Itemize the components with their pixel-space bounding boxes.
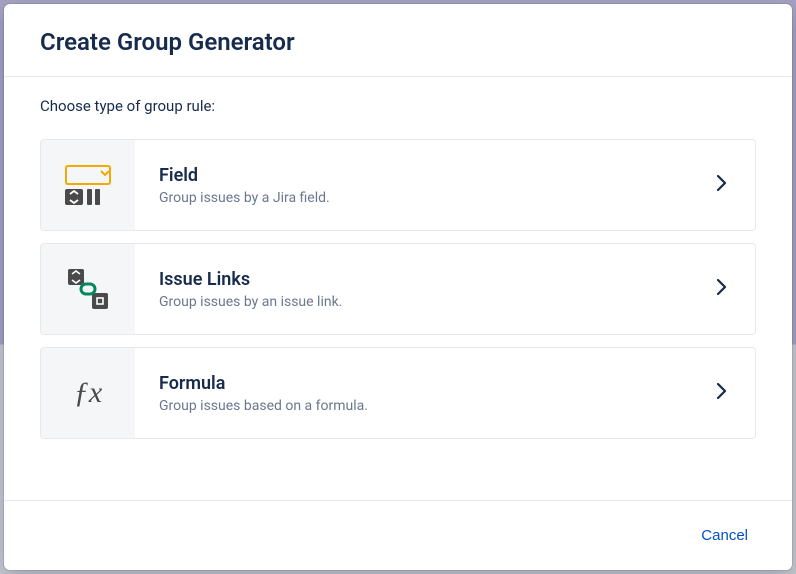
- option-issue-links-text: Issue Links Group issues by an issue lin…: [135, 269, 717, 310]
- create-group-generator-modal: Create Group Generator Choose type of gr…: [4, 4, 792, 570]
- option-field-desc: Group issues by a Jira field.: [159, 190, 693, 206]
- option-field[interactable]: Field Group issues by a Jira field.: [40, 139, 756, 231]
- option-formula-desc: Group issues based on a formula.: [159, 398, 693, 414]
- chevron-right-icon: [717, 175, 755, 195]
- formula-icon: ƒx: [74, 376, 102, 410]
- chevron-right-icon: [717, 383, 755, 403]
- option-issue-links[interactable]: Issue Links Group issues by an issue lin…: [40, 243, 756, 335]
- option-issue-links-desc: Group issues by an issue link.: [159, 294, 693, 310]
- modal-body: Choose type of group rule: Field Group i…: [4, 77, 792, 500]
- option-issue-links-title: Issue Links: [159, 269, 693, 290]
- field-icon: [65, 165, 111, 205]
- modal-title: Create Group Generator: [40, 28, 756, 56]
- issue-links-icon: [66, 267, 110, 311]
- option-formula[interactable]: ƒx Formula Group issues based on a formu…: [40, 347, 756, 439]
- field-icon-box: [41, 140, 135, 230]
- option-formula-title: Formula: [159, 373, 693, 394]
- option-formula-text: Formula Group issues based on a formula.: [135, 373, 717, 414]
- option-field-text: Field Group issues by a Jira field.: [135, 165, 717, 206]
- issue-links-icon-box: [41, 244, 135, 334]
- chevron-right-icon: [717, 279, 755, 299]
- option-field-title: Field: [159, 165, 693, 186]
- modal-footer: Cancel: [4, 500, 792, 570]
- prompt-text: Choose type of group rule:: [40, 97, 756, 115]
- cancel-button[interactable]: Cancel: [693, 521, 756, 550]
- modal-header: Create Group Generator: [4, 4, 792, 77]
- formula-icon-box: ƒx: [41, 348, 135, 438]
